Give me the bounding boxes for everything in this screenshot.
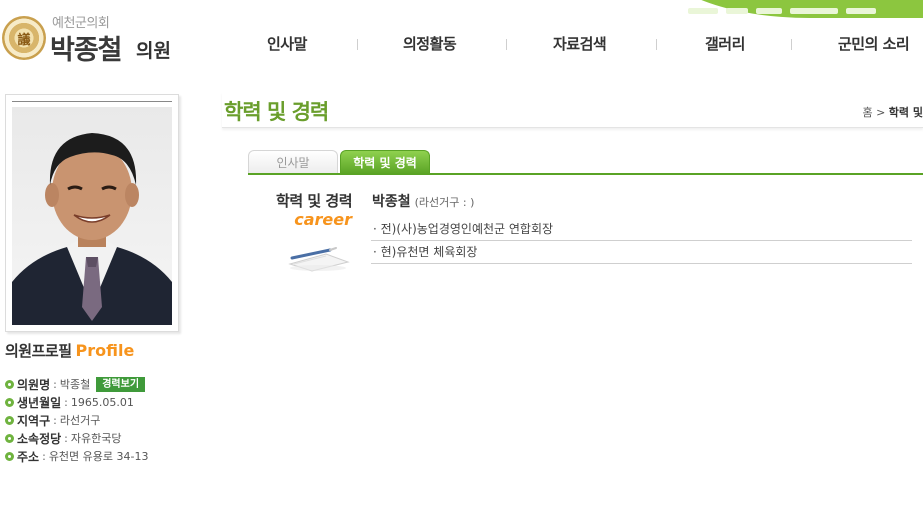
profile-photo xyxy=(12,107,172,325)
nav-item-citizen-voice[interactable]: 군민의 소리 xyxy=(838,33,910,54)
profile-field-name: 의원명: 박종철 경력보기 xyxy=(5,375,149,393)
nav-item-search[interactable]: 자료검색 xyxy=(553,33,607,54)
content-tabs: 인사말 학력 및 경력 xyxy=(248,150,430,174)
career-item: · 전)(사)농업경영인예천군 연합회장 xyxy=(371,218,912,241)
nav-separator xyxy=(656,39,657,50)
page-title: 학력 및 경력 xyxy=(224,100,329,124)
utility-links[interactable] xyxy=(688,8,876,14)
career-person-district: (라선거구 : ) xyxy=(414,196,475,209)
profile-field-birthdate: 생년월일: 1965.05.01 xyxy=(5,393,149,411)
breadcrumb: 홈 > 학력 및 xyxy=(862,106,923,119)
career-item: · 현)유천면 체육회장 xyxy=(371,241,912,264)
member-suffix: 의원 xyxy=(136,40,171,62)
nav-separator xyxy=(791,39,792,50)
main-navigation: 인사말 의정활동 자료검색 갤러리 군민의 소리 xyxy=(230,33,923,57)
tabs-underline xyxy=(248,173,923,175)
career-person-name: 박종철 xyxy=(372,194,411,210)
profile-field-party: 소속정당: 자유한국당 xyxy=(5,429,149,447)
tab-greeting[interactable]: 인사말 xyxy=(248,150,338,174)
career-person: 박종철 (라선거구 : ) xyxy=(372,191,474,211)
profile-field-address: 주소: 유천면 유용로 34-13 xyxy=(5,447,149,465)
view-career-button[interactable]: 경력보기 xyxy=(96,376,146,392)
pen-and-paper-icon xyxy=(288,247,350,272)
top-utility-banner xyxy=(660,0,923,18)
breadcrumb-current: 학력 및 xyxy=(888,106,923,119)
nav-item-activities[interactable]: 의정활동 xyxy=(403,33,457,54)
bullet-icon xyxy=(5,433,14,443)
bullet-icon xyxy=(5,379,14,389)
tab-career[interactable]: 학력 및 경력 xyxy=(340,150,430,174)
bullet-icon xyxy=(5,451,14,461)
member-name-logo: 박종철 xyxy=(50,35,123,66)
profile-heading: 의원프로필 Profile xyxy=(5,341,135,360)
breadcrumb-home[interactable]: 홈 xyxy=(862,106,872,119)
nav-separator xyxy=(357,39,358,50)
bullet-icon xyxy=(5,415,14,425)
bullet-icon xyxy=(5,397,14,407)
site-logo[interactable]: 議 예천군의회 박종철 의원 xyxy=(0,10,190,70)
career-list: · 전)(사)농업경영인예천군 연합회장 · 현)유천면 체육회장 xyxy=(371,218,912,264)
nav-separator xyxy=(506,39,507,50)
page-header: 학력 및 경력 홈 > 학력 및 xyxy=(222,92,923,128)
nav-item-greeting[interactable]: 인사말 xyxy=(267,33,307,54)
career-heading: 학력 및 경력 career xyxy=(276,192,352,229)
council-seal-icon: 議 xyxy=(2,16,46,60)
profile-photo-frame xyxy=(5,94,179,332)
profile-info-list: 의원명: 박종철 경력보기 생년월일: 1965.05.01 지역구: 라선거구… xyxy=(5,375,149,465)
nav-item-gallery[interactable]: 갤러리 xyxy=(705,33,745,54)
member-portrait-image xyxy=(12,133,172,325)
profile-field-district: 지역구: 라선거구 xyxy=(5,411,149,429)
